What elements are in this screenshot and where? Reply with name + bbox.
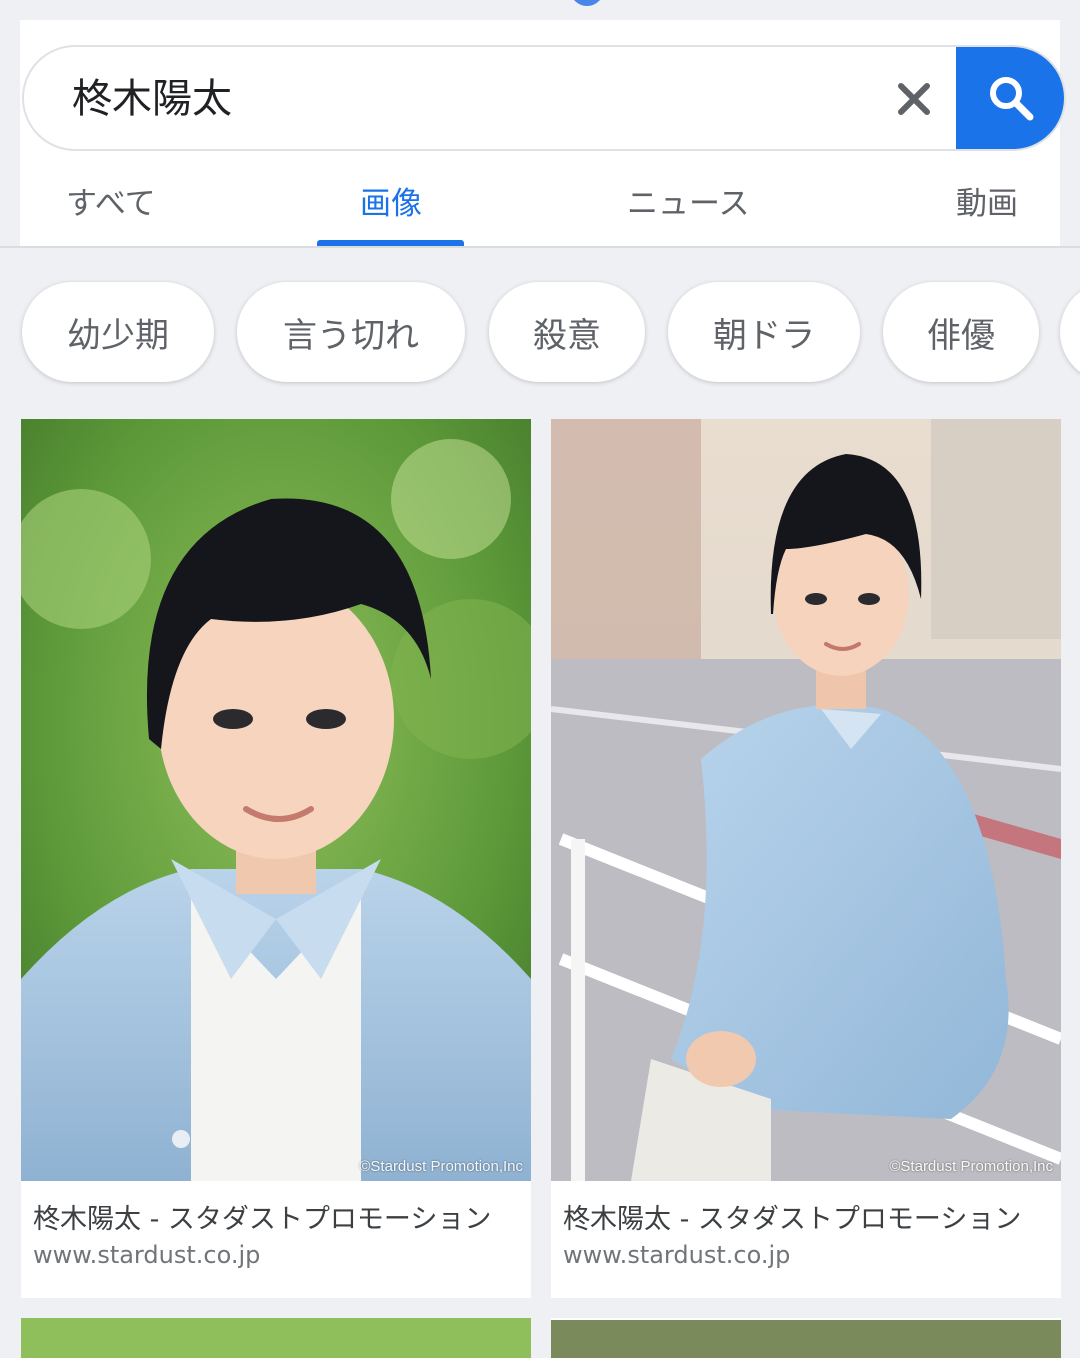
chip-partial[interactable] — [1060, 282, 1080, 382]
image-result-1[interactable]: ©Stardust Promotion,Inc 柊木陽太 - スタダストプロモー… — [21, 419, 531, 1298]
search-button[interactable] — [956, 47, 1064, 149]
result-thumbnail-2[interactable]: ©Stardust Promotion,Inc — [551, 419, 1061, 1181]
chip-iukire[interactable]: 言う切れ — [237, 282, 465, 382]
image-result-4[interactable] — [551, 1318, 1061, 1358]
image-result-2[interactable]: ©Stardust Promotion,Inc 柊木陽太 - スタダストプロモー… — [551, 419, 1061, 1298]
image-result-3[interactable] — [21, 1318, 531, 1358]
chip-asadora[interactable]: 朝ドラ — [668, 282, 860, 382]
chip-haiyu[interactable]: 俳優 — [883, 282, 1039, 382]
boy-street-image — [551, 419, 1061, 1181]
search-input[interactable]: 柊木陽太 — [72, 73, 232, 125]
result-thumbnail-1[interactable]: ©Stardust Promotion,Inc — [21, 419, 531, 1181]
related-chips: 幼少期 言う切れ 殺意 朝ドラ 俳優 — [0, 280, 1080, 388]
close-icon — [898, 83, 930, 115]
boy-portrait-image — [21, 419, 531, 1181]
search-icon — [990, 77, 1034, 121]
tab-all[interactable]: すべて — [66, 178, 156, 223]
header-divider — [0, 246, 1080, 248]
clear-search-button[interactable] — [886, 71, 942, 127]
tab-videos[interactable]: 動画 — [956, 178, 1018, 223]
chip-childhood[interactable]: 幼少期 — [22, 282, 214, 382]
result-domain: www.stardust.co.jp — [33, 1241, 261, 1269]
search-bar[interactable]: 柊木陽太 — [22, 45, 1066, 151]
search-tabs: すべて 画像 ニュース 動画 — [20, 160, 1060, 246]
result-domain: www.stardust.co.jp — [563, 1241, 791, 1269]
tab-images[interactable]: 画像 — [360, 178, 422, 223]
scroll-indicator — [570, 0, 604, 6]
tab-news[interactable]: ニュース — [627, 178, 749, 223]
result-title[interactable]: 柊木陽太 - スタダストプロモーション — [33, 1197, 519, 1236]
result-title[interactable]: 柊木陽太 - スタダストプロモーション — [563, 1197, 1049, 1236]
image-watermark: ©Stardust Promotion,Inc — [359, 1158, 523, 1175]
image-watermark: ©Stardust Promotion,Inc — [889, 1158, 1053, 1175]
chip-satsui[interactable]: 殺意 — [489, 282, 645, 382]
